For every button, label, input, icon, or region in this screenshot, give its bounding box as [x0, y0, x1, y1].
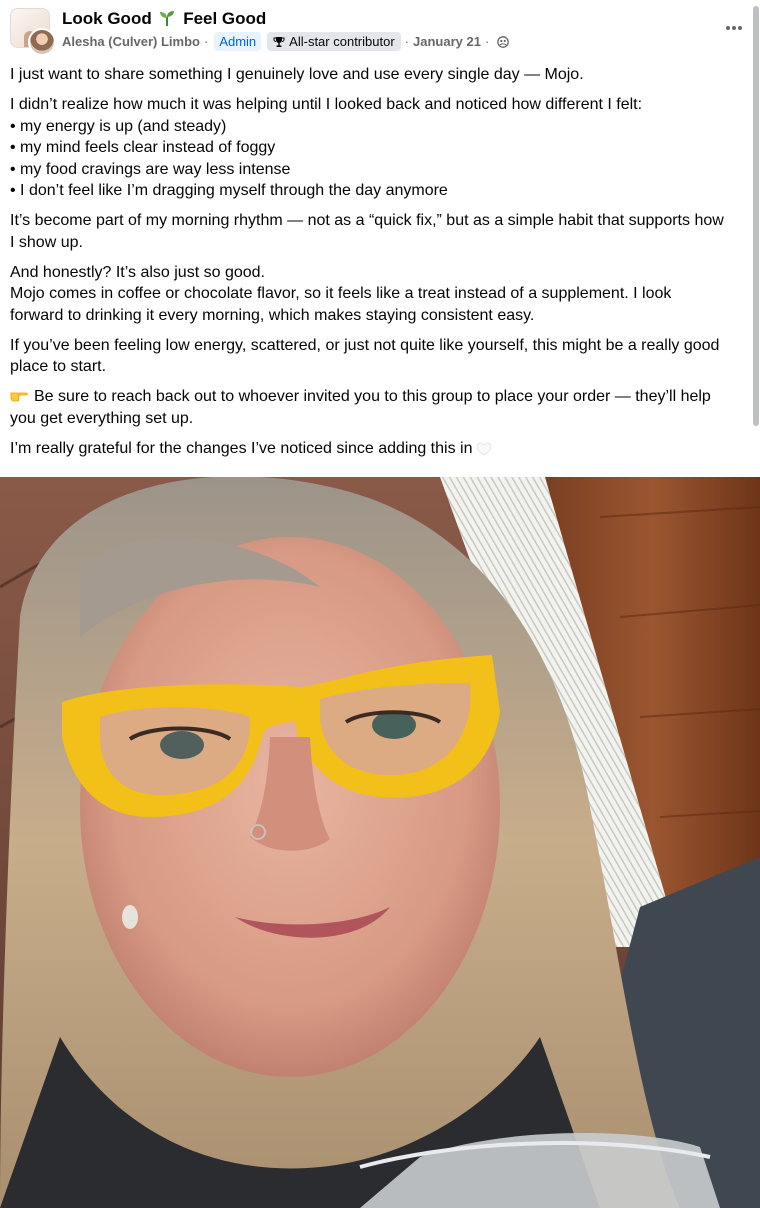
post-paragraph: I didn’t realize how much it was helping…: [10, 94, 756, 202]
trophy-icon: [273, 36, 285, 47]
post-header: Look Good Feel Good Alesha (Culver) Limb…: [0, 0, 760, 60]
post-text-line: It’s become part of my morning rhythm — …: [10, 212, 724, 229]
bullet-item: • my energy is up (and steady): [10, 117, 227, 135]
post-paragraph: It’s become part of my morning rhythm — …: [10, 210, 756, 253]
meta-separator: ·: [203, 34, 209, 49]
sprout-emoji-icon: [160, 11, 175, 26]
more-horizontal-icon: [726, 26, 742, 30]
group-privacy-icon[interactable]: [497, 35, 510, 48]
post-paragraph: I just want to share something I genuine…: [10, 64, 756, 86]
post-text-line: I’m really grateful for the changes I’ve…: [10, 438, 756, 460]
group-post: Look Good Feel Good Alesha (Culver) Limb…: [0, 0, 760, 1208]
post-text-line: If you’ve been feeling low energy, scatt…: [10, 336, 720, 354]
post-meta: Alesha (Culver) Limbo · Admin All-star c…: [62, 32, 510, 51]
bullet-item: • I don’t feel like I’m dragging myself …: [10, 182, 448, 199]
closing-text: I’m really grateful for the changes I’ve…: [10, 439, 473, 457]
admin-badge[interactable]: Admin: [214, 32, 262, 51]
cta-text-line1: Be sure to reach back out to whoever inv…: [34, 388, 711, 405]
post-text-line: Mojo comes in coffee or chocolate flavor…: [10, 285, 672, 302]
post-text-line: I just want to share something I genuine…: [10, 66, 584, 83]
post-text-line: Be sure to reach back out to whoever inv…: [10, 386, 756, 408]
bullet-item: • my food cravings are way less intense: [10, 160, 291, 178]
author-name-link[interactable]: Alesha (Culver) Limbo: [62, 34, 200, 49]
all-star-contributor-badge[interactable]: All-star contributor: [267, 32, 401, 51]
white-heart-emoji-icon: [477, 442, 492, 455]
post-date-link[interactable]: January 21: [413, 34, 481, 49]
post-text-line: forward to drinking it every morning, wh…: [10, 306, 535, 324]
group-name-part1: Look Good: [62, 9, 152, 28]
group-name-link[interactable]: Look Good Feel Good: [62, 9, 266, 29]
post-text-line: I didn’t realize how much it was helping…: [10, 96, 643, 113]
meta-separator: ·: [404, 34, 409, 49]
post-text-line: And honestly? It’s also just so good.: [10, 263, 265, 281]
post-text-line: place to start.: [10, 358, 107, 375]
post-paragraph: If you’ve been feeling low energy, scatt…: [10, 335, 756, 378]
all-star-contributor-label: All-star contributor: [289, 34, 395, 49]
more-options-button[interactable]: [718, 14, 750, 42]
selfie-photo: [0, 477, 760, 1208]
bullet-item: • my mind feels clear instead of foggy: [10, 139, 276, 156]
post-text-line: I show up.: [10, 233, 83, 251]
post-body: I just want to share something I genuine…: [10, 64, 756, 468]
pointing-hand-emoji-icon: [10, 392, 28, 402]
post-photo[interactable]: [0, 477, 760, 1208]
group-name-part2: Feel Good: [183, 9, 267, 28]
post-paragraph-cta: Be sure to reach back out to whoever inv…: [10, 386, 756, 429]
cta-text-line2: you get everything set up.: [10, 409, 194, 427]
post-paragraph: I’m really grateful for the changes I’ve…: [10, 438, 756, 460]
post-paragraph: And honestly? It’s also just so good. Mo…: [10, 262, 756, 327]
avatar-stack[interactable]: [10, 8, 56, 56]
meta-separator: ·: [484, 34, 490, 49]
author-avatar[interactable]: [28, 28, 56, 56]
